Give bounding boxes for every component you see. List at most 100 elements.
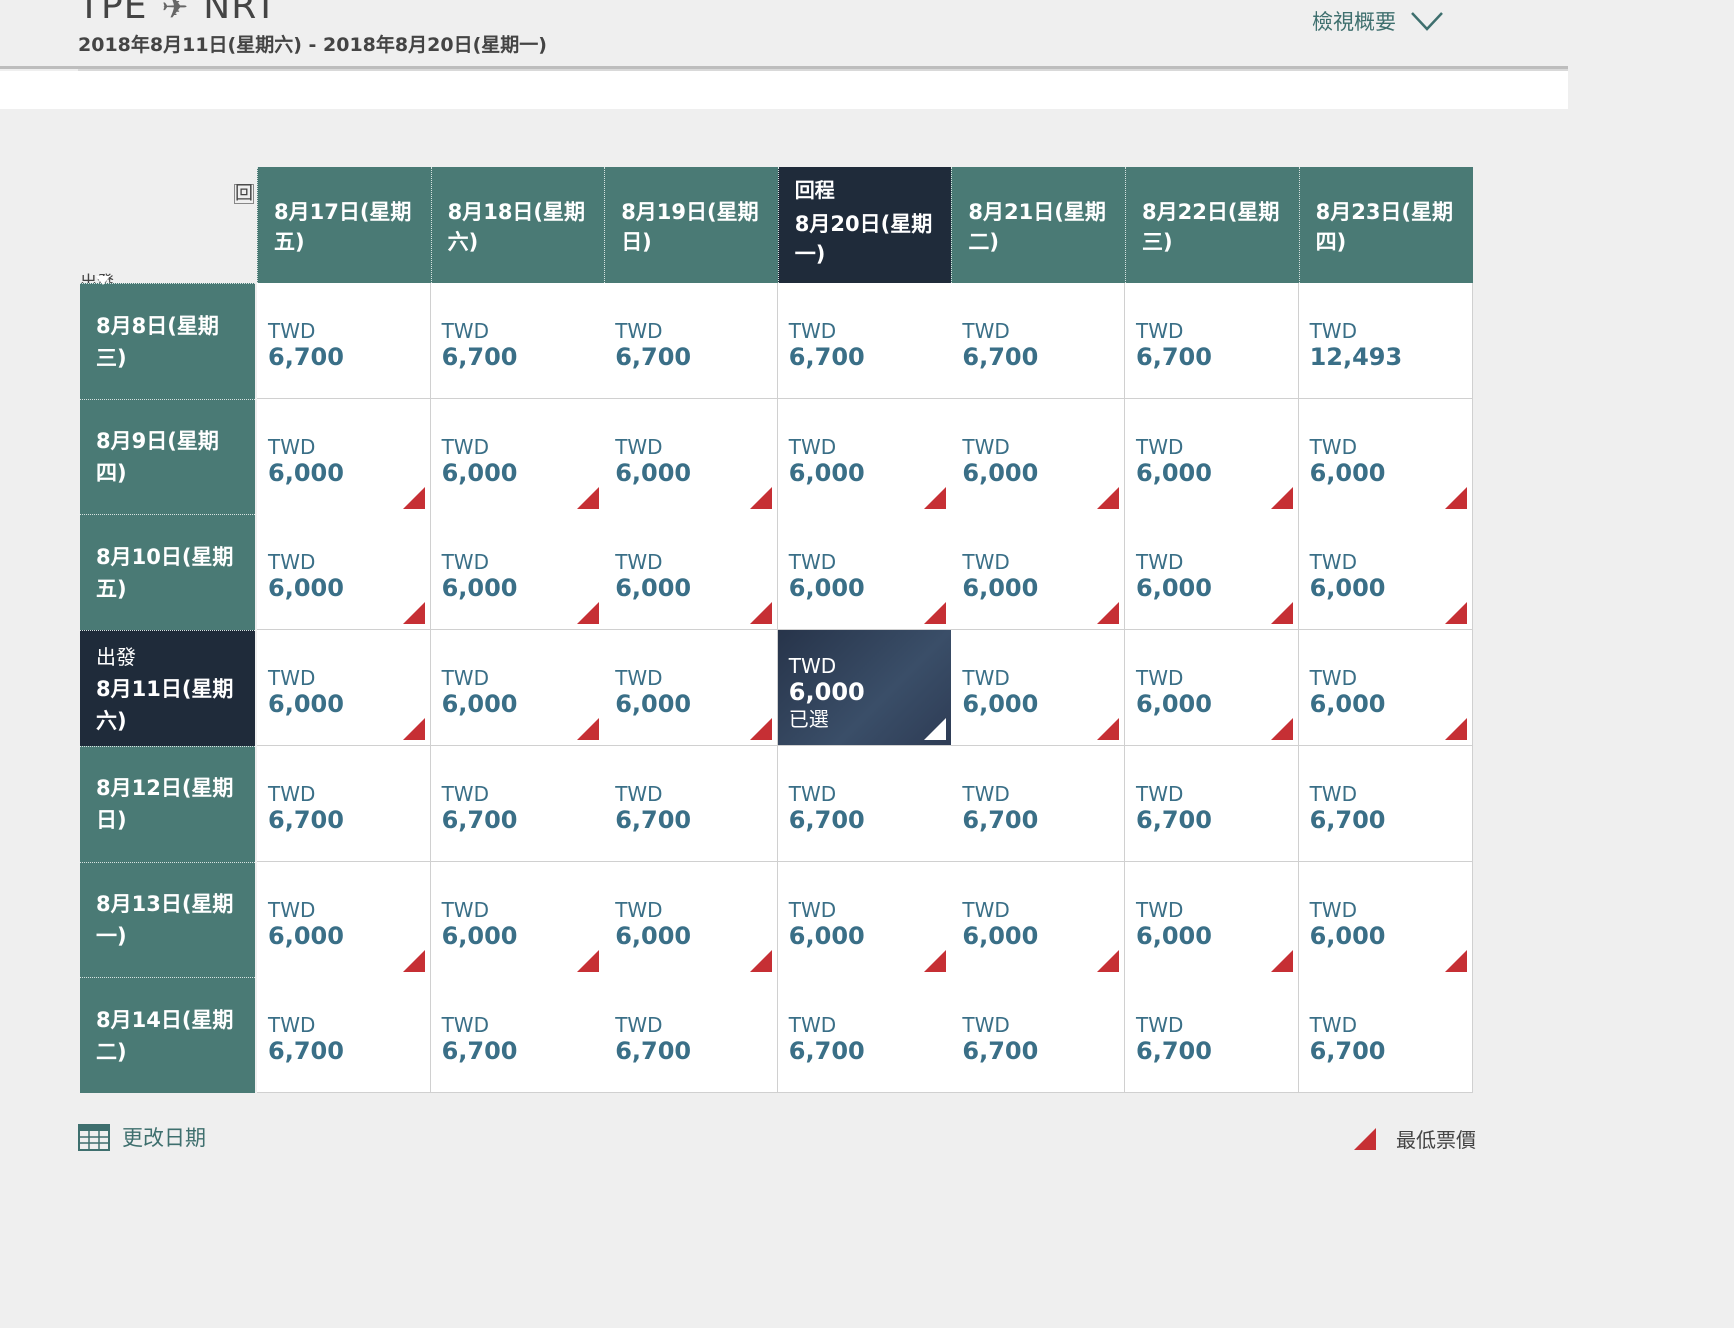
- fare-cell[interactable]: TWD 6,700: [430, 977, 605, 1094]
- fare-cell[interactable]: TWD 6,000: [951, 630, 1126, 747]
- fare-currency: TWD: [615, 319, 663, 343]
- fare-currency: TWD: [615, 897, 663, 922]
- fare-cell[interactable]: TWD 6,000: [430, 630, 605, 747]
- fare-cell[interactable]: TWD 6,000: [257, 861, 431, 978]
- fare-currency: TWD: [788, 319, 837, 343]
- lowest-fare-triangle-icon: [750, 602, 773, 625]
- fare-currency: TWD: [268, 781, 316, 806]
- fare-cell[interactable]: TWD 6,000: [604, 861, 779, 978]
- fare-cell[interactable]: TWD 6,000: [1298, 398, 1473, 515]
- fare-cell[interactable]: TWD 6,700: [430, 745, 605, 862]
- fare-cell[interactable]: TWD 6,700: [1298, 745, 1473, 862]
- fare-currency: TWD: [962, 1013, 1010, 1038]
- fare-cell[interactable]: TWD 6,700: [430, 283, 605, 399]
- fare-currency: TWD: [615, 434, 663, 459]
- top-bar: TPE ✈ NRT 2018年8月11日(星期六) - 2018年8月20日(星…: [0, 0, 1568, 66]
- fare-cell[interactable]: TWD 6,000: [430, 514, 605, 631]
- lowest-fare-triangle-icon: [403, 718, 425, 741]
- fare-amount: 6,000: [615, 458, 692, 487]
- fare-cell[interactable]: TWD 6,000: [257, 630, 431, 747]
- fare-cell[interactable]: TWD 6,000: [1298, 514, 1473, 631]
- lowest-fare-triangle-icon: [1271, 949, 1293, 972]
- fare-cell[interactable]: TWD 6,700: [951, 977, 1126, 1094]
- fare-cell[interactable]: TWD 6,000: [257, 514, 431, 631]
- fare-cell[interactable]: TWD 6,000: [257, 398, 431, 515]
- fare-cell[interactable]: TWD 6,700: [1125, 977, 1299, 1094]
- fare-currency: TWD: [615, 1013, 663, 1038]
- fare-cell[interactable]: TWD 6,000: [430, 398, 605, 515]
- fare-cell[interactable]: TWD 6,700: [777, 283, 952, 399]
- fare-amount: 6,000: [962, 574, 1039, 603]
- return-date-header[interactable]: 8月19日(星期 日): [604, 167, 779, 283]
- fare-amount: 6,700: [615, 1037, 692, 1066]
- return-date-header[interactable]: 8月22日(星期 三): [1125, 167, 1299, 283]
- lowest-fare-triangle-icon: [1444, 602, 1467, 625]
- depart-date-header[interactable]: 8月8日(星期三): [80, 283, 255, 399]
- fare-cell[interactable]: TWD 6,000: [777, 514, 952, 631]
- fare-currency: TWD: [962, 666, 1010, 691]
- return-date-header[interactable]: 8月21日(星期 二): [951, 167, 1126, 283]
- fare-cell[interactable]: TWD 6,000: [604, 630, 779, 747]
- origin-code: TPE: [78, 0, 148, 27]
- fare-cell[interactable]: TWD 6,700: [257, 977, 431, 1094]
- fare-cell[interactable]: TWD 6,000: [604, 514, 779, 631]
- fare-cell[interactable]: TWD 6,700: [1298, 977, 1473, 1094]
- depart-date-header[interactable]: 8月13日(星期 一): [80, 861, 255, 978]
- depart-date-header[interactable]: 8月9日(星期四): [80, 398, 255, 515]
- fare-currency: TWD: [1136, 434, 1184, 459]
- calendar-icon: [78, 1124, 110, 1151]
- fare-cell[interactable]: TWD 6,000: [951, 861, 1126, 978]
- fare-amount: 6,700: [441, 1037, 518, 1066]
- return-date-header[interactable]: 8月17日(星期 五): [257, 167, 431, 283]
- fare-cell[interactable]: TWD 6,000: [1125, 630, 1299, 747]
- fare-currency: TWD: [1136, 897, 1184, 922]
- fare-amount: 6,000: [962, 921, 1039, 950]
- fare-cell[interactable]: TWD 6,700: [604, 745, 779, 862]
- return-date-header[interactable]: 回程 8月20日(星期 一): [777, 167, 952, 283]
- chevron-down-icon: [1411, 12, 1443, 31]
- fare-cell[interactable]: TWD 6,000: [1298, 861, 1473, 978]
- fare-cell[interactable]: TWD 6,000: [777, 861, 952, 978]
- fare-cell[interactable]: TWD 6,000: [1298, 630, 1473, 747]
- depart-date-header[interactable]: 8月12日(星期 日): [80, 745, 255, 862]
- lowest-fare-triangle-icon: [1097, 718, 1120, 741]
- fare-cell[interactable]: TWD 6,700: [1125, 745, 1299, 862]
- fare-cell[interactable]: TWD 6,700: [604, 283, 779, 399]
- return-date-header[interactable]: 8月18日(星期 六): [430, 167, 605, 283]
- fare-cell[interactable]: TWD 6,000: [1125, 398, 1299, 515]
- fare-cell[interactable]: TWD 6,700: [951, 745, 1126, 862]
- fare-amount: 6,000: [268, 458, 344, 487]
- depart-date-header[interactable]: 出發 8月11日(星期 六): [80, 630, 255, 747]
- fare-cell[interactable]: TWD 6,700: [1125, 283, 1299, 399]
- fare-cell[interactable]: TWD 6,000: [777, 398, 952, 515]
- fare-cell[interactable]: TWD 6,700: [777, 977, 952, 1094]
- fare-cell[interactable]: TWD 6,000: [604, 398, 779, 515]
- lowest-fare-triangle-icon: [1444, 486, 1467, 509]
- selected-fare-cell[interactable]: TWD 6,000 已選: [777, 630, 952, 747]
- fare-currency: TWD: [268, 666, 316, 691]
- fare-cell[interactable]: TWD 6,000: [951, 398, 1126, 515]
- fare-amount: 6,000: [1136, 690, 1212, 719]
- fare-currency: TWD: [962, 319, 1010, 343]
- lowest-fare-triangle-icon: [576, 486, 599, 509]
- fare-cell[interactable]: TWD 6,700: [604, 977, 779, 1094]
- fare-cell[interactable]: TWD 6,000: [430, 861, 605, 978]
- fare-cell[interactable]: TWD 6,000: [951, 514, 1126, 631]
- fare-amount: 6,700: [441, 805, 518, 834]
- fare-cell[interactable]: TWD 12,493: [1298, 283, 1473, 399]
- fare-cell[interactable]: TWD 6,700: [257, 745, 431, 862]
- change-dates-link[interactable]: 更改日期: [78, 1122, 206, 1152]
- fare-currency: TWD: [1136, 1013, 1184, 1038]
- fare-amount: 6,700: [1136, 1037, 1212, 1066]
- fare-cell[interactable]: TWD 6,700: [777, 745, 952, 862]
- return-date-header[interactable]: 8月23日(星期 四): [1298, 167, 1473, 283]
- depart-date-header[interactable]: 8月10日(星期 五): [80, 514, 255, 631]
- return-axis-label: 回: [234, 183, 254, 204]
- fare-cell[interactable]: TWD 6,700: [951, 283, 1126, 399]
- fare-cell[interactable]: TWD 6,000: [1125, 861, 1299, 978]
- depart-date-header[interactable]: 8月14日(星期 二): [80, 977, 255, 1094]
- fare-cell[interactable]: TWD 6,000: [1125, 514, 1299, 631]
- view-summary-button[interactable]: 檢視概要: [1312, 6, 1444, 36]
- return-date-line1: 8月18日(星期: [447, 200, 586, 224]
- fare-cell[interactable]: TWD 6,700: [257, 283, 431, 399]
